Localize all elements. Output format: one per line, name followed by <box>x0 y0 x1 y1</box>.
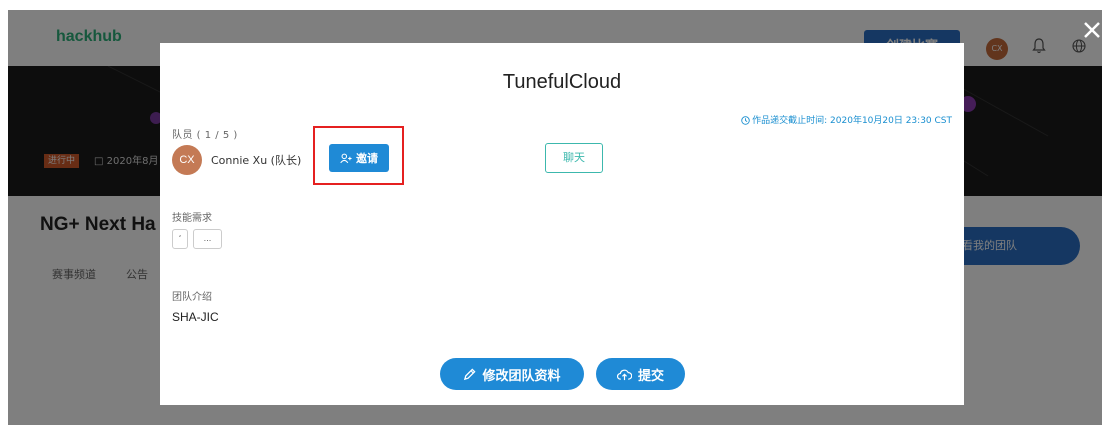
skill-more-tag[interactable]: ... <box>193 229 222 249</box>
skill-tag: ‘ <box>172 229 188 249</box>
pencil-icon <box>464 367 477 380</box>
chat-button[interactable]: 聊天 <box>545 143 603 173</box>
member-name: Connie Xu (队长) <box>211 154 302 167</box>
page: hackhub 创建比赛 CX 进行中 □ 2020年8月 NG+ Next H… <box>0 0 1110 433</box>
team-modal: TunefulCloud 作品递交截止时间: 2020年10月20日 23:30… <box>160 43 964 405</box>
member-item: CX Connie Xu (队长) <box>172 145 301 175</box>
submission-deadline: 作品递交截止时间: 2020年10月20日 23:30 CST <box>741 113 952 126</box>
edit-team-button[interactable]: 修改团队资料 <box>440 358 584 390</box>
deadline-text: 作品递交截止时间: 2020年10月20日 23:30 CST <box>752 116 952 126</box>
submit-button-label: 提交 <box>637 368 664 384</box>
members-label: 队员 ( 1 / 5 ) <box>172 130 238 141</box>
intro-label: 团队介绍 <box>172 292 212 303</box>
clock-icon <box>741 116 750 125</box>
invite-button-label: 邀请 <box>356 152 378 165</box>
cloud-upload-icon <box>616 369 632 380</box>
close-icon[interactable] <box>1082 20 1102 40</box>
submit-button[interactable]: 提交 <box>596 358 685 390</box>
skills-label: 技能需求 <box>172 213 212 224</box>
avatar[interactable]: CX <box>172 145 202 175</box>
invite-button[interactable]: 邀请 <box>329 144 389 172</box>
edit-team-button-label: 修改团队资料 <box>482 368 561 384</box>
team-name-title: TunefulCloud <box>502 71 622 93</box>
intro-text: SHA-JIC <box>172 310 219 324</box>
add-user-icon <box>340 153 352 163</box>
